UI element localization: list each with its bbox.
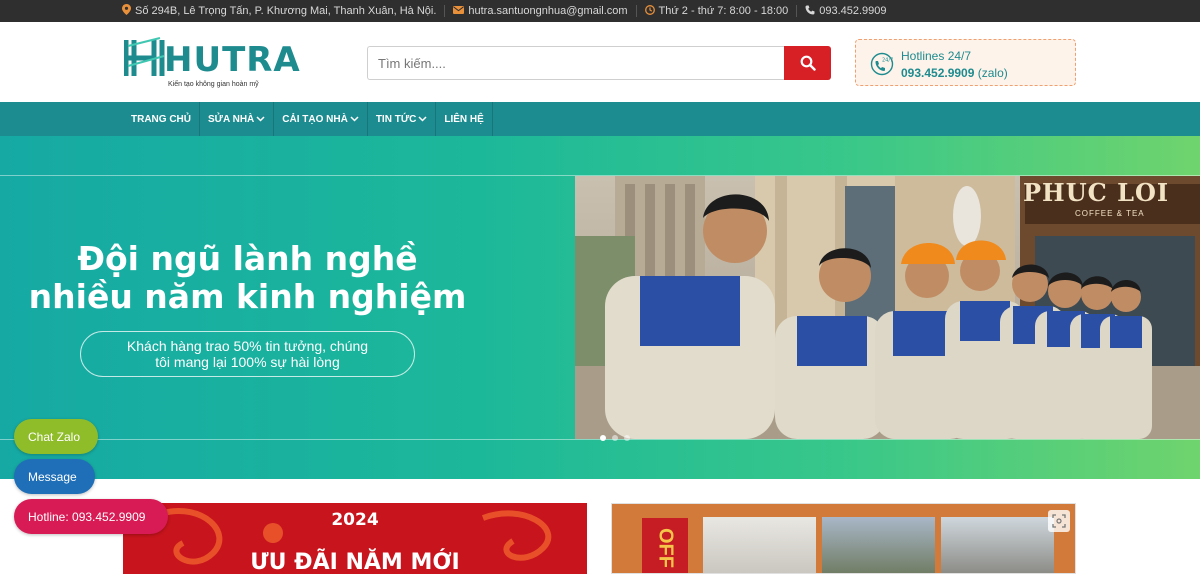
shop-sign-sub: COFFEE & TEA bbox=[1075, 209, 1145, 218]
shop-sign: PHUC LOI bbox=[1023, 178, 1170, 207]
support-24-7-icon: 24/7 bbox=[870, 52, 893, 76]
promo-year: 2024 bbox=[331, 510, 379, 530]
logo-wordmark: HUTRA bbox=[164, 40, 301, 80]
nav-item-repair[interactable]: SỬA NHÀ bbox=[200, 102, 275, 136]
promo-card-off[interactable]: OFF bbox=[611, 503, 1076, 574]
nav-item-renovation[interactable]: CẢI TẠO NHÀ bbox=[274, 102, 368, 136]
svg-text:24/7: 24/7 bbox=[882, 58, 893, 64]
headline-line-1: Đội ngũ lành nghề bbox=[77, 239, 418, 278]
promo-image-building bbox=[822, 517, 935, 573]
hotline-title: Hotlines 24/7 bbox=[901, 49, 972, 63]
main-nav: TRANG CHỦ SỬA NHÀ CẢI TẠO NHÀ TIN TỨC LI… bbox=[0, 102, 1200, 136]
slider-dot[interactable] bbox=[624, 435, 630, 441]
headline-line-2: nhiều năm kinh nghiệm bbox=[28, 277, 467, 316]
email-text: hutra.santuongnhua@gmail.com bbox=[468, 5, 628, 17]
logo-mark-icon bbox=[124, 37, 165, 76]
off-badge: OFF bbox=[642, 518, 688, 573]
envelope-icon bbox=[453, 5, 465, 17]
chat-zalo-label: Chat Zalo bbox=[28, 429, 81, 444]
nav-label: LIÊN HỆ bbox=[444, 113, 484, 125]
banner-tagline-pill: Khách hàng trao 50% tin tưởng, chúng tôi… bbox=[80, 331, 415, 377]
nav-item-contact[interactable]: LIÊN HỆ bbox=[436, 102, 493, 136]
nav-label: TIN TỨC bbox=[375, 113, 417, 125]
banner-headline: Đội ngũ lành nghề nhiều năm kinh nghiệm bbox=[0, 240, 495, 316]
zoom-icon[interactable] bbox=[1048, 510, 1070, 532]
chevron-down-icon bbox=[418, 116, 427, 122]
address-text: Số 294B, Lê Trọng Tấn, P. Khương Mai, Th… bbox=[135, 5, 437, 17]
nav-item-news[interactable]: TIN TỨC bbox=[368, 102, 437, 136]
nav-item-home[interactable]: TRANG CHỦ bbox=[123, 102, 200, 136]
hero-banner[interactable]: Đội ngũ lành nghề nhiều năm kinh nghiệm … bbox=[0, 136, 1200, 479]
hotline-button[interactable]: Hotline: 093.452.9909 bbox=[14, 499, 168, 534]
hotline-number-line: 093.452.9909 (zalo) bbox=[901, 66, 1008, 80]
promo-title: ƯU ĐÃI NĂM MỚI bbox=[250, 550, 460, 574]
phone-icon bbox=[805, 5, 815, 18]
phone-text: 093.452.9909 bbox=[819, 5, 887, 17]
hours-text: Thứ 2 - thứ 7: 8:00 - 18:00 bbox=[658, 5, 789, 17]
logo-tagline: Kiến tạo không gian hoàn mỹ bbox=[168, 81, 259, 88]
promo-card-new-year[interactable]: 2024 ƯU ĐÃI NĂM MỚI bbox=[123, 503, 587, 574]
chat-zalo-button[interactable]: Chat Zalo bbox=[14, 419, 98, 454]
hotline-suffix: (zalo) bbox=[977, 66, 1008, 80]
team-photo: PHUC LOI COFFEE & TEA bbox=[575, 176, 1200, 439]
chevron-down-icon bbox=[256, 116, 265, 122]
email-item[interactable]: hutra.santuongnhua@gmail.com bbox=[445, 5, 635, 17]
hours-item: Thứ 2 - thứ 7: 8:00 - 18:00 bbox=[637, 4, 797, 18]
nav-label: TRANG CHỦ bbox=[131, 113, 191, 125]
top-info-bar: Số 294B, Lê Trọng Tấn, P. Khương Mai, Th… bbox=[0, 0, 1200, 22]
slider-dot[interactable] bbox=[612, 435, 618, 441]
slider-dots bbox=[600, 435, 630, 441]
hotline-label: Hotline: 093.452.9909 bbox=[28, 509, 146, 524]
message-label: Message bbox=[28, 469, 77, 484]
search-input[interactable] bbox=[367, 46, 784, 80]
clock-icon bbox=[644, 4, 655, 18]
map-pin-icon bbox=[122, 4, 131, 18]
site-logo[interactable]: HUTRA Kiến tạo không gian hoàn mỹ bbox=[124, 34, 300, 94]
promo-image-interior bbox=[703, 517, 816, 573]
hotline-box[interactable]: 24/7 Hotlines 24/7 093.452.9909 (zalo) bbox=[855, 39, 1076, 86]
search-button[interactable] bbox=[784, 46, 831, 80]
nav-label: SỬA NHÀ bbox=[208, 113, 255, 125]
tagline-line-1: Khách hàng trao 50% tin tưởng, chúng bbox=[126, 338, 369, 354]
slider-dot[interactable] bbox=[600, 435, 606, 441]
address-item: Số 294B, Lê Trọng Tấn, P. Khương Mai, Th… bbox=[122, 4, 444, 18]
tagline-line-2: tôi mang lại 100% sự hài lòng bbox=[155, 354, 340, 370]
message-button[interactable]: Message bbox=[14, 459, 95, 494]
hotline-number: 093.452.9909 bbox=[901, 66, 975, 80]
search-bar bbox=[367, 46, 831, 80]
search-icon bbox=[800, 55, 816, 71]
phone-item[interactable]: 093.452.9909 bbox=[797, 5, 894, 18]
chevron-down-icon bbox=[350, 116, 359, 122]
nav-label: CẢI TẠO NHÀ bbox=[282, 113, 348, 125]
promo-image-roof bbox=[941, 517, 1054, 573]
site-header: HUTRA Kiến tạo không gian hoàn mỹ 24/7 H… bbox=[0, 22, 1200, 102]
